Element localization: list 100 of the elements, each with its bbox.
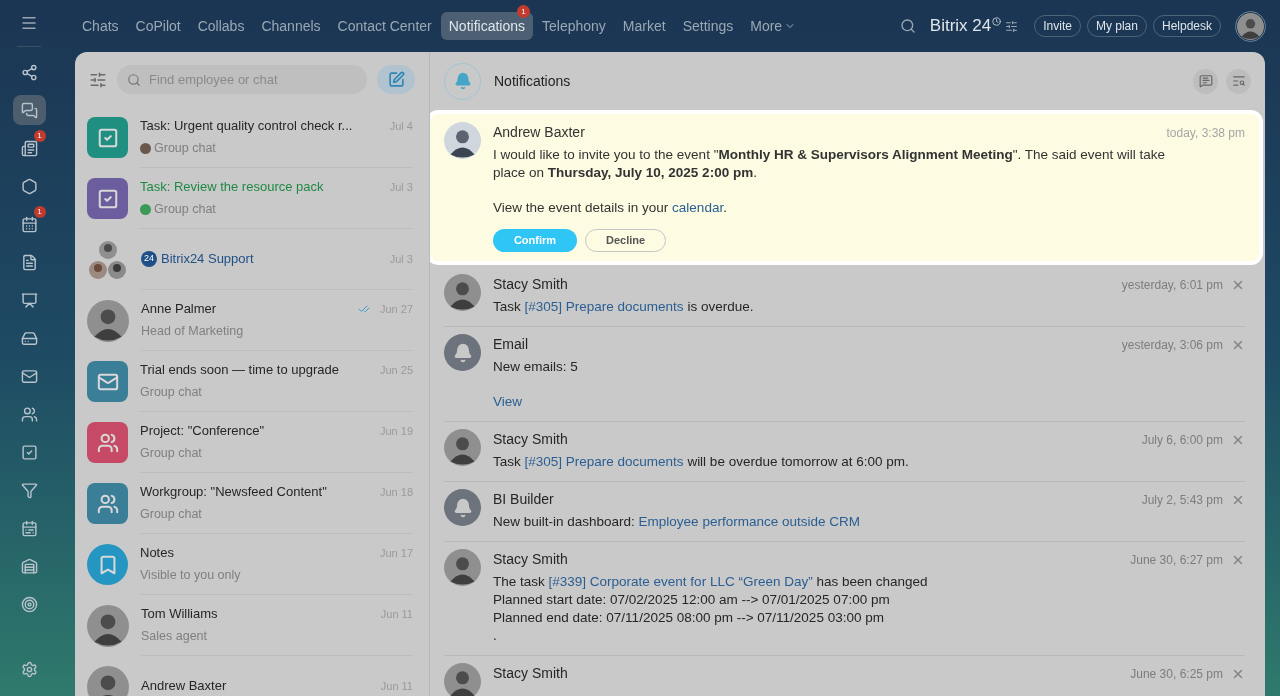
avatar-icon [444,429,481,466]
mail-icon [20,367,38,385]
avatar-icon [444,549,481,586]
presentation-icon [20,291,38,309]
chat-title: Notes [140,544,174,563]
logo: Bitrix 24 [929,15,992,38]
chat-subtitle: Group chat [154,200,216,218]
chat-subtitle: Sales agent [141,627,208,645]
rail-item[interactable]: 1 [12,209,46,239]
nav-tab[interactable]: Settings [674,12,742,40]
avatar-icon [87,299,129,342]
nav-tab[interactable]: Chats [74,12,127,40]
chat-title: Task: Urgent quality control check r... [140,117,353,136]
calendar-icon [20,215,38,233]
pen-icon [387,71,405,88]
avatar-icon [444,663,481,696]
clock-icon [992,16,1002,26]
chat-title: Workgroup: "Newsfeed Content" [140,483,327,502]
schedule-icon [20,519,38,537]
chat-subtitle: Group chat [140,444,202,462]
timestamp: June 30, 6:27 pm [1130,551,1223,569]
timestamp: today, 3:38 pm [1166,124,1245,142]
nav-tab[interactable]: More [742,12,805,40]
group-avatar-icon [87,238,129,281]
avatar-icon [444,274,481,311]
checkbox-icon [20,443,38,461]
link[interactable]: [#305] Prepare documents [524,454,684,469]
notification-text: Task [#305] Prepare documents will be overdue tomorrow at 6:00 pm. [493,453,910,471]
sender-name: Stacy Smith [493,275,568,294]
filter-icon[interactable] [89,70,107,89]
compose-button[interactable] [377,65,415,94]
timestamp: June 30, 6:25 pm [1130,665,1223,683]
sender-name: Stacy Smith [493,664,568,683]
link[interactable]: calendar [672,200,724,215]
sender-name: Stacy Smith [493,550,568,569]
notification-text: . [493,627,498,645]
avatar-icon [87,604,129,647]
nav-tab[interactable]: CoPilot [127,12,189,40]
chat-title: Task: Review the resource pack [140,178,324,197]
notification-text: Planned start date: 07/02/2025 12:00 am --> 07/01/2025 07:00 pm [493,591,891,609]
sender-name: BI Builder [493,490,554,509]
funnel-icon [20,481,38,499]
support-badge: 24 [141,251,157,267]
sender-name: Email [493,335,528,354]
chat-subtitle: Group chat [140,505,202,523]
settings-icon[interactable] [20,661,38,678]
avatar-icon [87,665,129,696]
panel-title: Notifications [494,71,571,91]
nav-tab[interactable]: Market [614,12,674,40]
timestamp: July 6, 6:00 pm [1141,431,1223,449]
timestamp: yesterday, 6:01 pm [1121,276,1223,294]
badge: 1 [33,206,46,218]
search-icon [127,72,141,87]
rail-item[interactable] [12,95,46,125]
chat-icon[interactable] [1193,68,1218,94]
notification-text: View the event details in your calendar. [493,199,728,217]
notification-text: New emails: 5 [493,358,579,376]
document-icon [20,253,38,271]
timestamp: July 2, 5:43 pm [1141,491,1223,509]
chat-subtitle: Visible to you only [140,566,241,584]
nav-tab[interactable]: Contact Center [329,12,440,40]
people-icon [20,405,38,423]
rail-item[interactable]: 1 [12,133,46,163]
chat-title: Project: "Conference" [140,422,265,441]
nav-tab[interactable]: Collabs [189,12,253,40]
chat-subtitle: Group chat [140,383,202,401]
avatar-icon [1237,12,1264,40]
link[interactable]: View [493,394,523,409]
sliders-icon[interactable] [1005,19,1019,33]
nav-tab[interactable]: Channels [253,12,329,40]
chat-subtitle: Group chat [154,139,216,157]
search-icon[interactable] [899,18,916,34]
menu-icon[interactable] [20,14,38,32]
chat-title: Bitrix24 Support [161,250,254,269]
sender-name: Stacy Smith [493,430,568,449]
drive-icon [20,329,38,347]
share-icon [20,63,38,81]
target-icon [20,595,38,613]
warehouse-icon [20,557,38,575]
notification-text: The task [#339] Corporate event for LLC “Green Day” has been changed [493,573,929,591]
chat-subtitle: Head of Marketing [141,322,244,340]
chat-title: Anne Palmer [141,300,217,319]
timestamp: yesterday, 3:06 pm [1121,336,1223,354]
link[interactable]: Employee performance outside CRM [638,514,860,529]
search-icon[interactable] [1226,68,1251,94]
sender-name: Andrew Baxter [493,123,585,142]
link[interactable]: [#339] Corporate event for LLC “Green Day” [548,574,813,589]
chat-title: Trial ends soon — time to upgrade [140,361,339,380]
avatar-icon [444,122,481,159]
chats-icon [20,101,38,119]
notification-text: Planned end date: 07/11/2025 08:00 pm --> 07/11/2025 03:00 pm [493,609,885,627]
notification-text: Task [#305] Prepare documents is overdue. [493,298,755,316]
hexagon-icon [20,177,38,195]
chat-title: Andrew Baxter [141,677,227,696]
nav-tab[interactable]: Telephony [534,12,614,40]
chat-title: Tom Williams [141,605,218,624]
link[interactable]: [#305] Prepare documents [524,299,684,314]
notification-text: New built-in dashboard: Employee performance outside CRM [493,513,861,531]
badge: 1 [33,130,46,142]
feed-icon [20,139,38,157]
